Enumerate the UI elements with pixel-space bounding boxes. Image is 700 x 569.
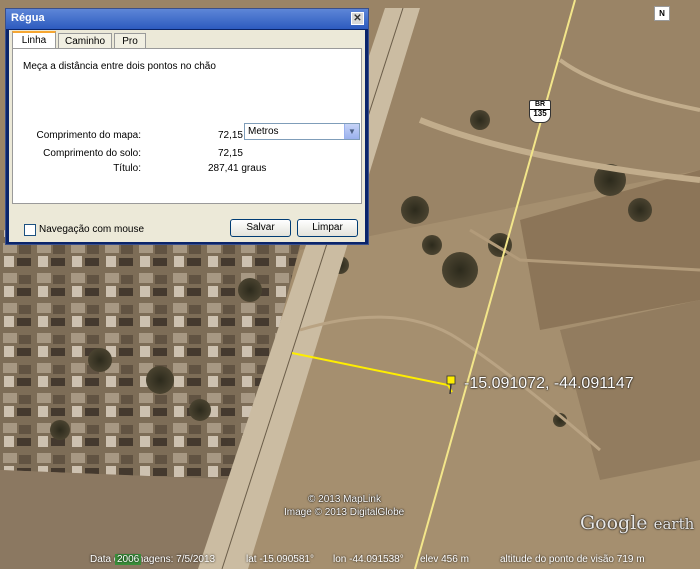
road-shield-number: 135 (530, 109, 550, 118)
ground-length-value: 72,15 (217, 148, 243, 159)
clear-button[interactable]: Limpar (297, 219, 358, 237)
heading-value: 287,41 graus (208, 163, 267, 174)
brand-earth: earth (653, 515, 695, 533)
ruler-dialog: Régua ✕ Linha Caminho Pro Meça a distânc… (5, 8, 369, 245)
mouse-navigation-checkbox[interactable] (24, 224, 36, 236)
ground-length-label: Comprimento do solo: (43, 148, 141, 159)
road-shield-br135: BR 135 (529, 100, 551, 123)
tab-caminho[interactable]: Caminho (58, 33, 112, 49)
status-bar: Data das imagens: 7/5/2013 2006 lat -15.… (0, 551, 700, 569)
tab-linha[interactable]: Linha (12, 31, 56, 49)
dialog-body: Linha Caminho Pro Meça a distância entre… (9, 30, 365, 242)
imagery-date: Data das imagens: 7/5/2013 (90, 554, 216, 565)
status-eye-altitude: altitude do ponto de visão 719 m (500, 554, 645, 565)
placemark-pin-icon[interactable] (446, 375, 458, 395)
copyright-maplink: © 2013 MapLink (308, 494, 381, 505)
status-latitude: lat -15.090581° (246, 554, 314, 565)
instruction-text: Meça a distância entre dois pontos no ch… (23, 61, 216, 72)
mouse-navigation-label: Navegação com mouse (39, 224, 145, 235)
save-button[interactable]: Salvar (230, 219, 291, 237)
google-earth-logo: Google earth (580, 512, 694, 534)
heading-label: Título: (113, 163, 141, 174)
dialog-titlebar[interactable]: Régua ✕ (6, 9, 368, 29)
north-compass-icon[interactable]: N (654, 6, 670, 21)
placemark-coordinate-label[interactable]: -15.091072, -44.091147 (464, 375, 634, 393)
copyright-digitalglobe: Image © 2013 DigitalGlobe (284, 507, 405, 518)
status-elevation: elev 456 m (420, 554, 469, 565)
status-longitude: lon -44.091538° (333, 554, 404, 565)
road-shield-top: BR (534, 101, 546, 108)
brand-google: Google (580, 512, 648, 534)
unit-select-value: Metros (248, 126, 279, 137)
map-length-value: 72,15 (217, 130, 243, 141)
map-length-label: Comprimento do mapa: (36, 130, 142, 141)
chevron-down-icon[interactable]: ▼ (344, 124, 359, 139)
unit-select[interactable]: Metros ▼ (244, 123, 360, 140)
tab-pro[interactable]: Pro (114, 33, 146, 49)
dialog-title: Régua (11, 12, 45, 24)
historical-imagery-year-badge[interactable]: 2006 (115, 554, 142, 565)
close-icon[interactable]: ✕ (351, 12, 364, 25)
